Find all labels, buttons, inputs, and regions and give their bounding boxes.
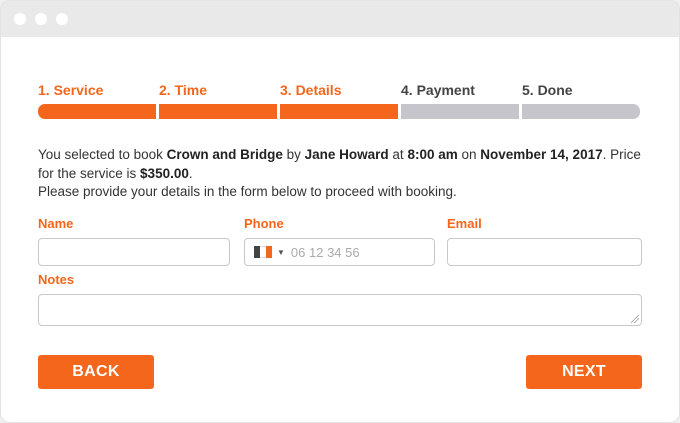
step-bar	[159, 104, 277, 119]
next-button[interactable]: NEXT	[526, 355, 642, 389]
flag-stripe	[266, 246, 272, 258]
email-input[interactable]	[447, 238, 642, 266]
summary-text: on	[457, 147, 481, 162]
step-done: 5. Done	[522, 81, 640, 119]
step-label: 1. Service	[38, 82, 104, 98]
step-label: 2. Time	[159, 82, 207, 98]
step-bar	[280, 104, 398, 119]
window-dot-icon	[35, 13, 47, 25]
summary-text: .	[188, 165, 193, 181]
phone-placeholder: 06 12 34 56	[290, 244, 360, 260]
step-bar	[522, 104, 640, 119]
summary-text: at	[388, 147, 408, 162]
booking-instructions: Please provide your details in the form …	[38, 184, 457, 199]
name-label: Name	[38, 216, 74, 231]
progress-steps: 1. Service 2. Time 3. Details 4. Payment…	[38, 81, 642, 121]
phone-label: Phone	[244, 216, 284, 231]
step-label: 5. Done	[522, 82, 573, 98]
summary-text: You selected to book	[38, 147, 167, 162]
step-service: 1. Service	[38, 81, 156, 119]
browser-window: 1. Service 2. Time 3. Details 4. Payment…	[0, 0, 680, 423]
summary-staff: Jane Howard	[304, 147, 389, 162]
phone-input[interactable]: ▼ 06 12 34 56	[244, 238, 435, 266]
window-dot-icon	[14, 13, 26, 25]
country-flag-icon[interactable]	[254, 246, 272, 258]
summary-time: 8:00 am	[407, 147, 458, 162]
notes-textarea[interactable]	[38, 294, 642, 326]
summary-date: November 14, 2017	[480, 147, 603, 162]
step-bar	[38, 104, 156, 119]
email-label: Email	[447, 216, 482, 231]
name-input[interactable]	[38, 238, 230, 266]
step-details: 3. Details	[280, 81, 398, 119]
window-titlebar	[1, 1, 679, 37]
notes-label: Notes	[38, 272, 75, 287]
step-payment: 4. Payment	[401, 81, 519, 119]
booking-summary: You selected to book Crown and Bridge by…	[38, 146, 642, 202]
summary-service: Crown and Bridge	[166, 147, 283, 162]
booking-summary-text: You selected to book Crown and Bridge by…	[38, 146, 642, 183]
window-dot-icon	[56, 13, 68, 25]
chevron-down-icon[interactable]: ▼	[277, 248, 285, 257]
back-button[interactable]: BACK	[38, 355, 154, 389]
step-time: 2. Time	[159, 81, 277, 119]
summary-price: $350.00	[140, 165, 189, 181]
step-bar	[401, 104, 519, 119]
step-label: 3. Details	[280, 82, 342, 98]
step-label: 4. Payment	[401, 82, 475, 98]
resize-grip-icon[interactable]	[631, 315, 639, 323]
summary-text: by	[282, 147, 305, 162]
